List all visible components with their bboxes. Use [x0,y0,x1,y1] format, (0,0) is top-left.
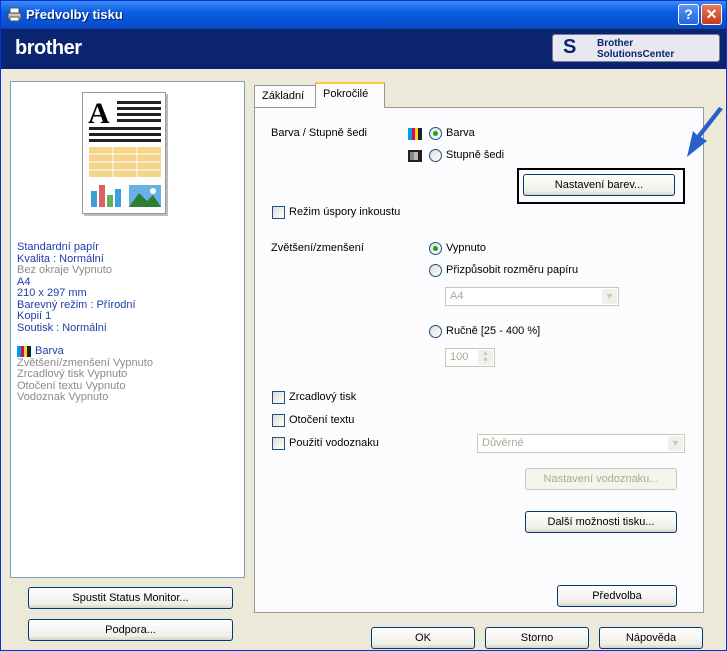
settings-summary: Standardní papír Kvalita : Normální Bez … [17,241,153,404]
watermark-value: Důvěrné [482,437,524,449]
separator [271,574,691,575]
mirror-print-label: Zrcadlový tisk [289,391,357,403]
close-icon[interactable]: ✕ [701,4,722,25]
scaling-label: Zvětšení/zmenšení [271,242,364,254]
summary-line: Kopií 1 [17,310,52,322]
page-preview: A [82,92,166,214]
cancel-button[interactable]: Storno [485,627,589,649]
manual-scale-value: 100 [450,351,469,363]
scaling-fit-radio[interactable] [429,264,442,277]
page-preview-icon: A [88,97,161,207]
scaling-fit-label: Přizpůsobit rozměru papíru [446,264,579,276]
color-mode-icon [17,346,31,357]
annotation-arrow-icon [687,107,723,157]
solutions-center-button[interactable]: S Brother SolutionsCenter [552,34,720,62]
advanced-tab-panel: Barva / Stupně šedi Barva Stupně šedi Na… [254,107,704,613]
ok-button[interactable]: OK [371,627,475,649]
separator [271,498,691,499]
ink-save-label: Režim úspory inkoustu [289,206,401,218]
summary-line: Standardní papír [17,241,99,253]
scaling-manual-radio[interactable] [429,325,442,338]
chevron-down-icon: ▼ [668,436,683,451]
brand-bar: brother S Brother SolutionsCenter [1,29,726,69]
tab-advanced[interactable]: Pokročilé [315,82,385,108]
help-button[interactable]: Nápověda [599,627,703,649]
support-button[interactable]: Podpora... [28,619,233,641]
summary-line: Zrcadlový tisk Vypnuto [17,368,128,380]
chevron-down-icon: ▼ [602,289,617,304]
rotate-text-label: Otočení textu [289,414,355,426]
watermark-settings-button[interactable]: Nastavení vodoznaku... [525,468,677,490]
color-swatch-icon [408,128,422,140]
title-bar: Předvolby tisku ? ✕ [1,1,726,29]
ink-save-checkbox[interactable] [272,206,285,219]
watermark-select[interactable]: Důvěrné ▼ [477,434,685,453]
summary-color-mode: Barva [17,345,153,358]
summary-line: Soutisk : Normální [17,321,107,334]
color-settings-button[interactable]: Nastavení barev... [523,174,675,196]
printer-icon [7,7,22,22]
paper-size-value: A4 [450,290,464,302]
summary-line: 210 x 297 mm [17,287,87,299]
svg-text:A: A [88,97,110,130]
status-monitor-button[interactable]: Spustit Status Monitor... [28,587,233,609]
color-grayscale-label: Barva / Stupně šedi [271,127,368,139]
solutions-center-icon: S [563,36,577,58]
grayscale-swatch-icon [408,150,422,162]
grayscale-option-label: Stupně šedi [446,149,505,161]
printing-preferences-window: Předvolby tisku ? ✕ brother S Brother So… [0,0,727,651]
summary-line: Vodoznak Vypnuto [17,391,109,403]
more-print-options-button[interactable]: Další možnosti tisku... [525,511,677,533]
rotate-text-checkbox[interactable] [272,414,285,427]
scaling-off-radio[interactable] [429,242,442,255]
paper-size-select[interactable]: A4 ▼ [445,287,619,306]
stepper-arrows-icon: ▲ ▼ [478,350,493,365]
watermark-label: Použití vodoznaku [289,437,379,449]
separator [271,229,691,230]
scaling-manual-label: Ručně [25 - 400 %] [446,325,541,337]
manual-scale-stepper[interactable]: 100 ▲ ▼ [445,348,495,367]
watermark-checkbox[interactable] [272,437,285,450]
tab-basic[interactable]: Základní [254,85,316,107]
scaling-off-label: Vypnuto [446,242,486,254]
window-title: Předvolby tisku [26,7,123,22]
default-button[interactable]: Předvolba [557,585,677,607]
settings-summary-panel: A Standardní papír Kvalita: Normální Be… [10,81,245,578]
solutions-center-line2: SolutionsCenter [597,49,675,60]
grayscale-radio[interactable] [429,149,442,162]
mirror-print-checkbox[interactable] [272,391,285,404]
help-icon[interactable]: ? [678,4,699,25]
brother-logo: brother [15,37,82,59]
color-radio[interactable] [429,127,442,140]
color-option-label: Barva [446,127,475,139]
summary-line: Bez okraje Vypnuto [17,264,112,276]
solutions-center-line1: Brother [597,38,634,49]
